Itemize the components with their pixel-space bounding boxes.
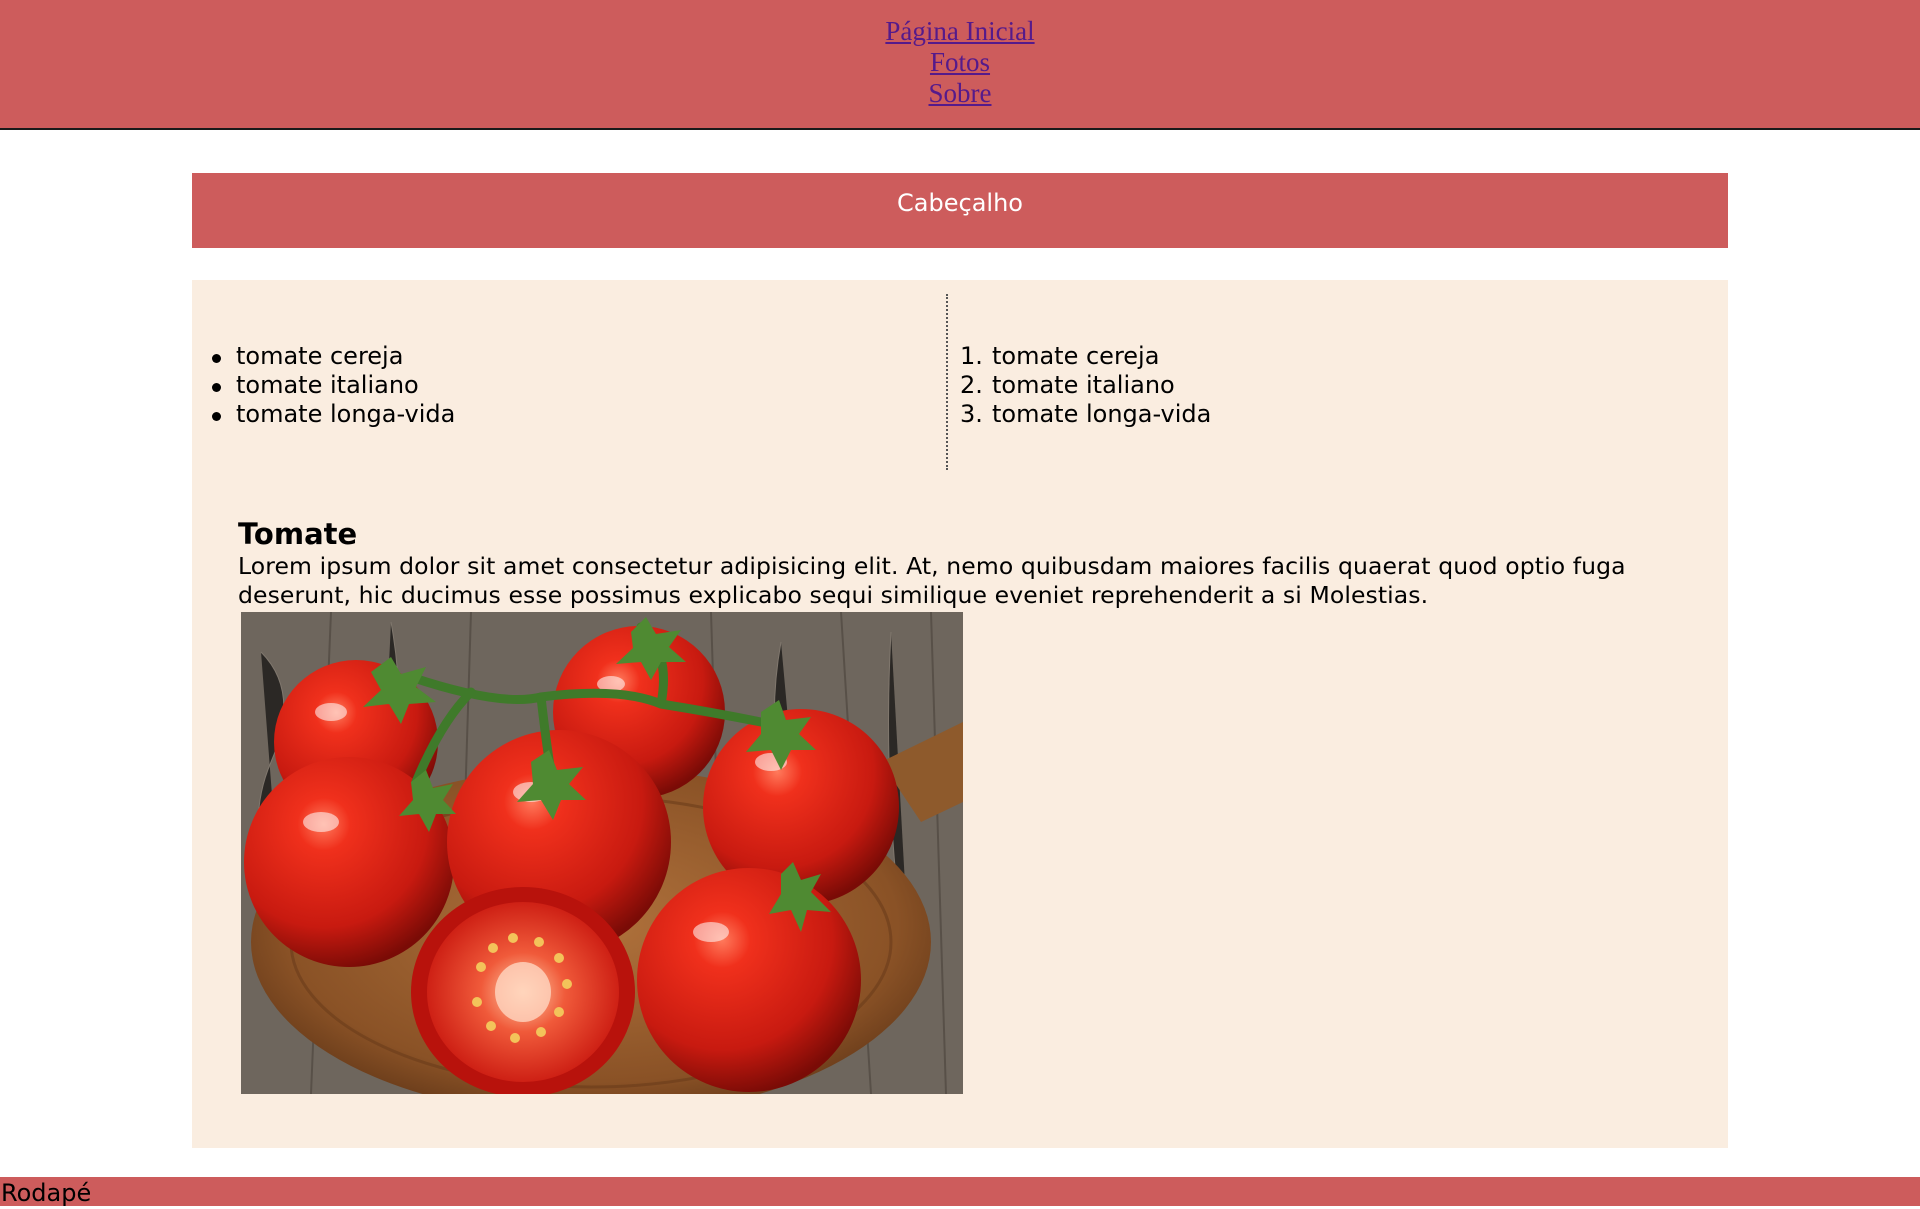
unordered-list: tomate cereja tomate italiano tomate lon… (212, 342, 455, 429)
nav-link-about[interactable]: Sobre (929, 78, 992, 109)
page-footer: Rodapé (0, 1177, 1920, 1207)
bullet-icon (212, 354, 221, 363)
article-text: Lorem ipsum dolor sit amet consectetur a… (238, 552, 1626, 609)
list-item: 3. tomate longa-vida (960, 400, 1212, 428)
unordered-list-column: tomate cereja tomate italiano tomate lon… (192, 294, 946, 470)
list-item: tomate cereja (212, 342, 455, 371)
list-number: 2. (960, 371, 983, 399)
list-item: 2. tomate italiano (960, 371, 1175, 399)
top-navigation: Página Inicial Fotos Sobre (0, 0, 1920, 130)
ordered-list: 1. tomate cereja 2. tomate italiano 3. toma… (960, 342, 1211, 429)
header-title: Cabeçalho (897, 189, 1023, 217)
bullet-icon (212, 383, 221, 392)
list-number: 3. (960, 400, 983, 428)
ordered-list-column: 1. tomate cereja 2. tomate italiano 3. toma… (946, 294, 1728, 470)
list-item: 1. tomate cereja (960, 342, 1160, 370)
tomato-article: Tomate Lorem ipsum dolor sit amet consec… (238, 516, 1678, 610)
list-item: tomate italiano (212, 371, 455, 400)
list-item: tomate longa-vida (212, 400, 455, 429)
list-number: 1. (960, 342, 983, 370)
bullet-icon (212, 412, 221, 421)
footer-text: Rodapé (1, 1179, 92, 1207)
nav-link-home[interactable]: Página Inicial (885, 16, 1034, 47)
article-title: Tomate (238, 517, 358, 551)
nav-link-photos[interactable]: Fotos (930, 47, 990, 78)
page-header: Cabeçalho (192, 173, 1728, 248)
tomatoes-illustration (241, 612, 963, 1094)
tomato-lists: tomate cereja tomate italiano tomate lon… (192, 294, 1728, 470)
tomatoes-photo (241, 612, 963, 1094)
